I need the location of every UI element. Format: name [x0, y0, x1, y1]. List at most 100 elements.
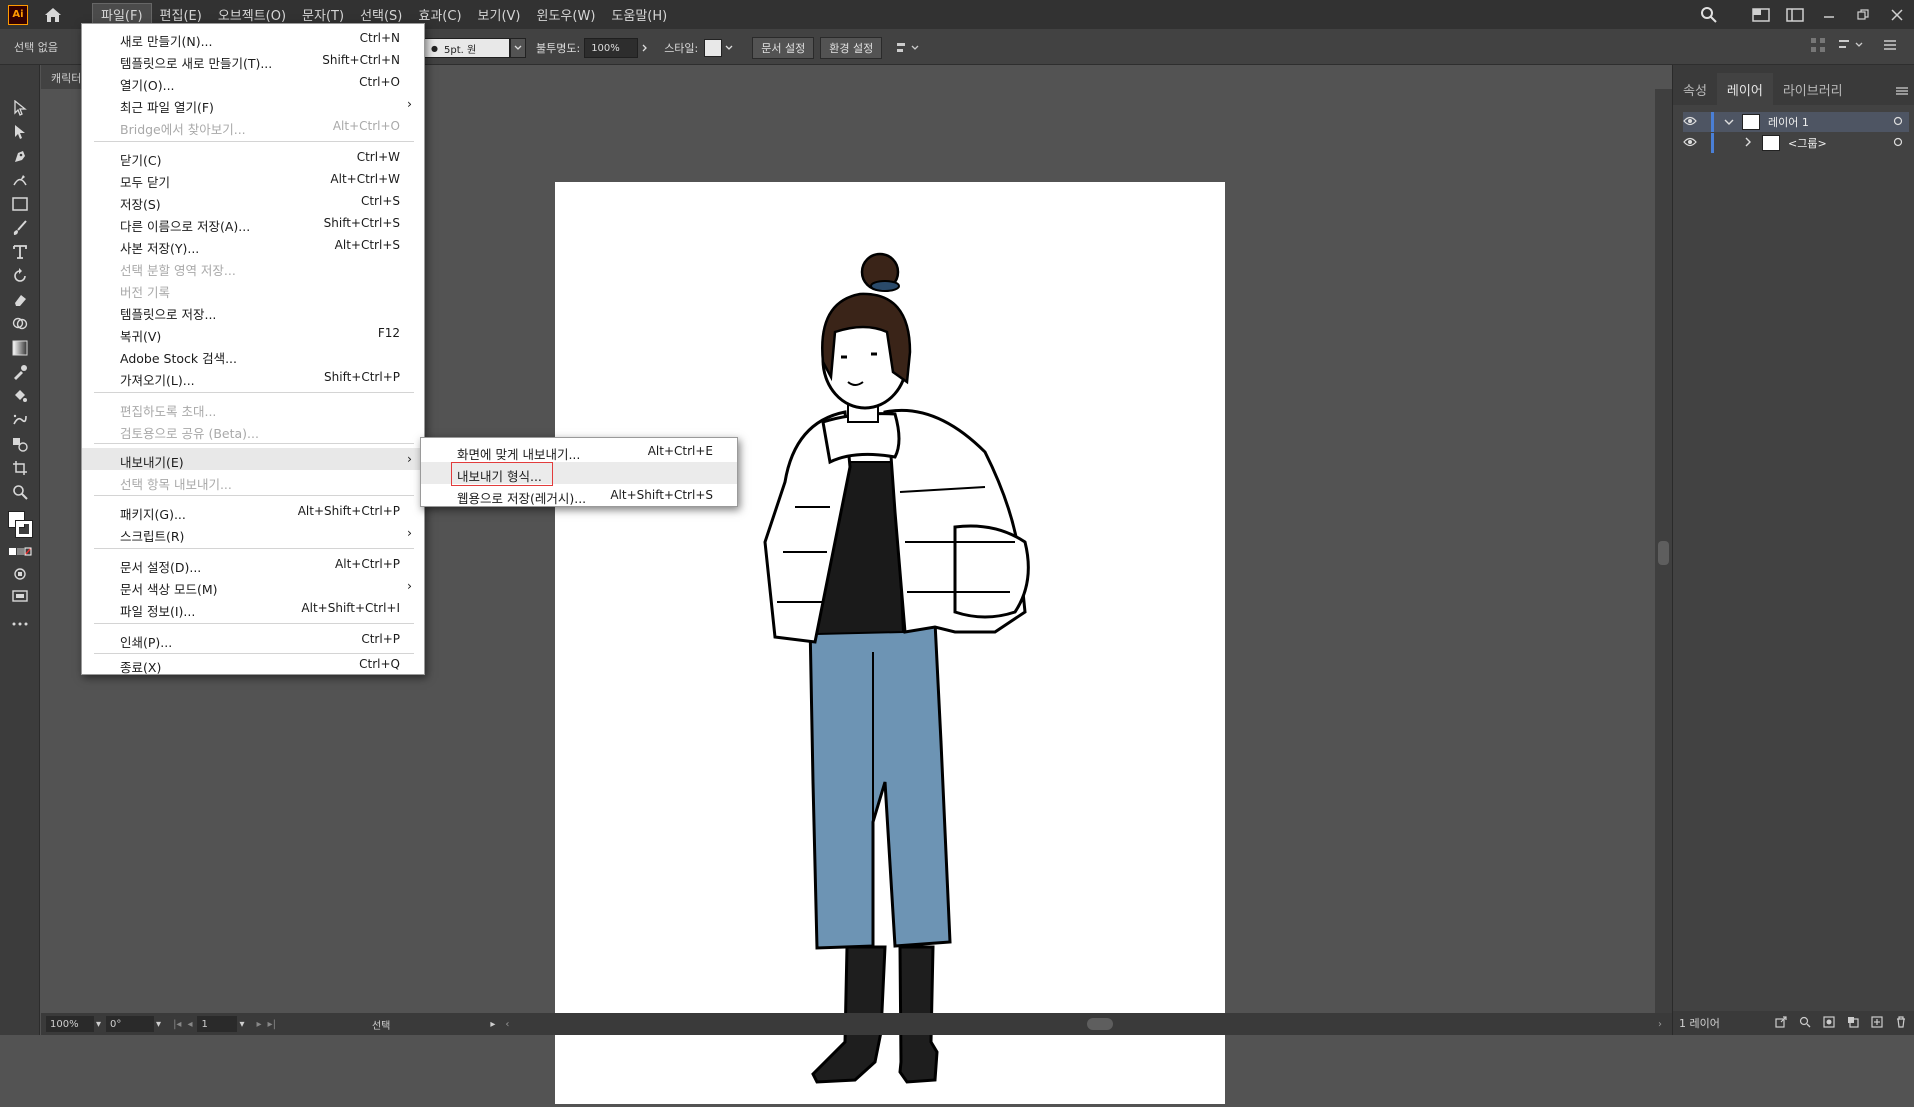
layer-row[interactable]: <그룹>: [1683, 133, 1909, 153]
menu-item-scripts[interactable]: 스크립트(R) ›: [82, 522, 424, 544]
search-icon[interactable]: [1799, 1016, 1811, 1031]
menu-item-revert[interactable]: 복귀(V) F12: [82, 322, 424, 344]
symbol-sprayer-tool-icon[interactable]: [8, 409, 32, 431]
trash-icon[interactable]: [1895, 1015, 1907, 1031]
menu-item-save-for-web[interactable]: 웹용으로 저장(레거시)... Alt+Shift+Ctrl+S: [421, 484, 737, 506]
menu-item-document-color-mode[interactable]: 문서 색상 모드(M) ›: [82, 575, 424, 597]
eye-icon[interactable]: [1683, 137, 1703, 150]
align-options-icon[interactable]: [890, 37, 926, 59]
target-icon[interactable]: [1893, 137, 1903, 150]
menu-item-export[interactable]: 내보내기(E) ›: [82, 448, 424, 470]
blend-tool-icon[interactable]: [8, 433, 32, 455]
opacity-input[interactable]: 100%: [584, 38, 639, 58]
chevron-down-icon[interactable]: [510, 38, 526, 58]
menu-view[interactable]: 보기(V): [470, 3, 529, 27]
scroll-left-icon[interactable]: ‹: [505, 1019, 509, 1030]
menu-item-close[interactable]: 닫기(C) Ctrl+W: [82, 146, 424, 168]
menu-item-save[interactable]: 저장(S) Ctrl+S: [82, 190, 424, 212]
home-icon[interactable]: [42, 4, 64, 26]
menu-item-place[interactable]: 가져오기(L)... Shift+Ctrl+P: [82, 366, 424, 388]
search-icon[interactable]: [1692, 0, 1726, 29]
stroke-profile-dropdown[interactable]: ● 5pt. 원: [424, 38, 510, 58]
artboard-number-field[interactable]: 1: [197, 1016, 238, 1032]
next-artboard-icon[interactable]: ▸: [257, 1019, 262, 1030]
rectangle-tool-icon[interactable]: [8, 193, 32, 215]
menu-item-new[interactable]: 새로 만들기(N)... Ctrl+N: [82, 27, 424, 49]
arrange-documents-icon[interactable]: [1778, 0, 1812, 29]
panel-options-icon[interactable]: [1838, 37, 1872, 55]
scroll-right-icon[interactable]: ›: [1658, 1019, 1662, 1030]
artboard[interactable]: [555, 182, 1225, 1104]
restore-icon[interactable]: [1846, 0, 1880, 29]
zoom-tool-icon[interactable]: [8, 481, 32, 503]
export-icon[interactable]: [1775, 1015, 1787, 1031]
menu-window[interactable]: 윈도우(W): [529, 3, 604, 27]
close-icon[interactable]: [1880, 0, 1914, 29]
tab-layers[interactable]: 레이어: [1716, 73, 1773, 105]
eye-icon[interactable]: [1683, 116, 1703, 129]
target-icon[interactable]: [1893, 116, 1903, 129]
menu-item-new-from-template[interactable]: 템플릿으로 새로 만들기(T)... Shift+Ctrl+N: [82, 49, 424, 71]
tab-properties[interactable]: 속성: [1673, 73, 1717, 105]
style-swatch[interactable]: [704, 39, 723, 57]
menu-item-export-as[interactable]: 내보내기 형식...: [421, 462, 737, 486]
menu-item-open[interactable]: 열기(O)... Ctrl+O: [82, 71, 424, 93]
clipping-mask-icon[interactable]: [1823, 1015, 1835, 1031]
layer-name[interactable]: <그룹>: [1788, 135, 1827, 151]
selection-tool-icon[interactable]: [8, 97, 32, 119]
document-setup-button[interactable]: 문서 설정: [752, 37, 815, 59]
gradient-tool-icon[interactable]: [8, 337, 32, 359]
preferences-button[interactable]: 환경 설정: [820, 37, 883, 59]
layer-row[interactable]: 레이어 1: [1683, 112, 1909, 132]
color-mode-icons[interactable]: [8, 545, 32, 559]
pen-tool-icon[interactable]: [8, 145, 32, 167]
chevron-down-icon[interactable]: [722, 38, 736, 58]
menu-item-open-recent[interactable]: 최근 파일 열기(F) ›: [82, 93, 424, 115]
menu-item-document-setup[interactable]: 문서 설정(D)... Alt+Ctrl+P: [82, 553, 424, 575]
menu-item-save-copy[interactable]: 사본 저장(Y)... Alt+Ctrl+S: [82, 234, 424, 256]
tab-libraries[interactable]: 라이브러리: [1773, 73, 1853, 105]
menu-item-save-as[interactable]: 다른 이름으로 저장(A)... Shift+Ctrl+S: [82, 212, 424, 234]
vertical-scroll-thumb[interactable]: [1658, 541, 1669, 565]
chevron-right-icon[interactable]: [1744, 137, 1758, 150]
eraser-tool-icon[interactable]: [8, 289, 32, 311]
status-menu-icon[interactable]: ▸: [490, 1019, 495, 1030]
menu-item-search-adobe-stock[interactable]: Adobe Stock 검색...: [82, 344, 424, 366]
live-paint-bucket-icon[interactable]: [8, 385, 32, 407]
chevron-down-icon[interactable]: ▾: [96, 1019, 101, 1030]
new-layer-icon[interactable]: [1871, 1015, 1883, 1031]
menu-item-print[interactable]: 인쇄(P)... Ctrl+P: [82, 628, 424, 650]
direct-selection-tool-icon[interactable]: [8, 121, 32, 143]
zoom-field[interactable]: 100%: [46, 1016, 94, 1032]
chevron-down-icon[interactable]: ▾: [156, 1019, 161, 1030]
previous-artboard-icon[interactable]: ◂: [187, 1019, 192, 1030]
minimize-icon[interactable]: [1812, 0, 1846, 29]
chevron-right-icon[interactable]: [638, 38, 652, 58]
artboard-tool-icon[interactable]: [8, 457, 32, 479]
eyedropper-tool-icon[interactable]: [8, 361, 32, 383]
more-tools-icon[interactable]: [8, 613, 32, 635]
horizontal-scroll-thumb[interactable]: [1087, 1018, 1113, 1030]
chevron-down-icon[interactable]: [1724, 116, 1738, 129]
fill-stroke-swatch[interactable]: [8, 511, 33, 541]
menu-item-close-all[interactable]: 모두 닫기 Alt+Ctrl+W: [82, 168, 424, 190]
menu-icon[interactable]: [1882, 37, 1900, 55]
menu-help[interactable]: 도움말(H): [603, 3, 675, 27]
new-sublayer-icon[interactable]: [1847, 1016, 1859, 1031]
rotate-tool-icon[interactable]: [8, 265, 32, 287]
menu-item-exit[interactable]: 종료(X) Ctrl+Q: [82, 653, 424, 675]
curvature-tool-icon[interactable]: [8, 169, 32, 191]
last-artboard-icon[interactable]: ▸|: [268, 1019, 276, 1030]
arrange-icon[interactable]: [1810, 37, 1828, 55]
rotation-field[interactable]: 0°: [106, 1016, 155, 1032]
draw-mode-icon[interactable]: [8, 563, 32, 585]
type-tool-icon[interactable]: [8, 241, 32, 263]
menu-item-export-for-screens[interactable]: 화면에 맞게 내보내기... Alt+Ctrl+E: [421, 440, 737, 462]
chevron-down-icon[interactable]: ▾: [239, 1019, 244, 1030]
menu-item-package[interactable]: 패키지(G)... Alt+Shift+Ctrl+P: [82, 500, 424, 522]
menu-item-save-as-template[interactable]: 템플릿으로 저장...: [82, 300, 424, 322]
panel-menu-icon[interactable]: [1896, 85, 1908, 99]
vertical-scrollbar[interactable]: [1655, 89, 1672, 1013]
paintbrush-tool-icon[interactable]: [8, 217, 32, 239]
screen-mode-icon[interactable]: [8, 585, 32, 607]
